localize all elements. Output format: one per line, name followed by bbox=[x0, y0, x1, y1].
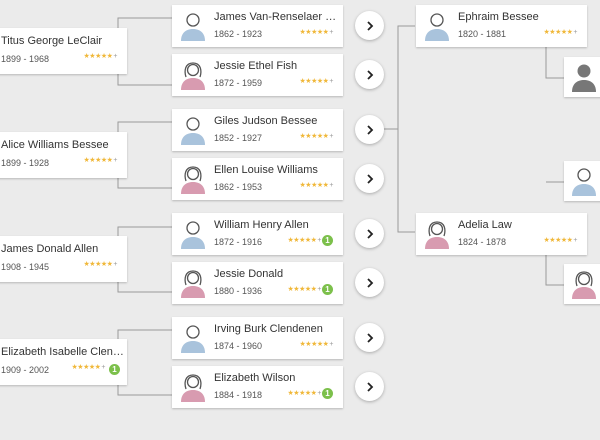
rating-stars: ★★★★★+ bbox=[543, 29, 578, 36]
rating-stars: ★★★★★+ bbox=[543, 237, 578, 244]
person-card[interactable]: William Henry Allen 1872 - 1916 ★★★★★+ 1 bbox=[172, 213, 343, 255]
person-dates: 1899 - 1968 bbox=[1, 54, 50, 64]
person-dates: 1862 - 1923 bbox=[214, 29, 263, 39]
rating-stars: ★★★★★+ bbox=[299, 182, 334, 189]
rating-stars: ★★★★★+ bbox=[299, 78, 334, 85]
rating-stars: ★★★★★+ bbox=[83, 157, 118, 164]
person-card[interactable] bbox=[564, 161, 600, 201]
chevron-right-icon bbox=[366, 124, 373, 135]
person-card[interactable]: Elizabeth Isabelle Clendenen 1909 - 2002… bbox=[0, 339, 127, 385]
person-dates: 1824 - 1878 bbox=[458, 237, 507, 247]
person-dates: 1874 - 1960 bbox=[214, 341, 263, 351]
rating-stars: ★★★★★+ bbox=[299, 29, 334, 36]
female-avatar-icon bbox=[181, 270, 205, 298]
male-avatar-icon bbox=[181, 13, 205, 41]
female-avatar-icon bbox=[572, 271, 596, 299]
person-card[interactable]: Elizabeth Wilson 1884 - 1918 ★★★★★+ 1 bbox=[172, 366, 343, 408]
male-avatar-icon bbox=[181, 325, 205, 353]
person-dates: 1908 - 1945 bbox=[1, 262, 50, 272]
person-card[interactable]: James Van-Renselaer LeClair 1862 - 1923 … bbox=[172, 5, 343, 47]
expand-ancestors-button[interactable] bbox=[355, 323, 384, 352]
person-name: Ellen Louise Williams bbox=[214, 164, 318, 176]
hint-badge[interactable]: 1 bbox=[322, 388, 333, 399]
person-card[interactable]: Alice Williams Bessee 1899 - 1928 ★★★★★+ bbox=[0, 132, 127, 178]
expand-ancestors-button[interactable] bbox=[355, 219, 384, 248]
rating-stars: ★★★★★+ bbox=[71, 364, 106, 371]
person-card[interactable] bbox=[564, 264, 600, 304]
female-avatar-icon bbox=[181, 374, 205, 402]
person-name: William Henry Allen bbox=[214, 219, 309, 231]
rating-stars: ★★★★★+ bbox=[287, 390, 322, 397]
person-name: Jessie Ethel Fish bbox=[214, 60, 298, 72]
unknown-avatar-icon bbox=[572, 64, 596, 92]
person-dates: 1872 - 1959 bbox=[214, 78, 263, 88]
person-name: Giles Judson Bessee bbox=[214, 115, 318, 127]
female-avatar-icon bbox=[181, 166, 205, 194]
expand-ancestors-button[interactable] bbox=[355, 11, 384, 40]
person-card[interactable]: James Donald Allen 1908 - 1945 ★★★★★+ bbox=[0, 236, 127, 282]
rating-stars: ★★★★★+ bbox=[287, 286, 322, 293]
person-name: Alice Williams Bessee bbox=[1, 139, 109, 151]
unknown-person-card[interactable] bbox=[564, 57, 600, 97]
expand-ancestors-button[interactable] bbox=[355, 164, 384, 193]
person-card[interactable]: Giles Judson Bessee 1852 - 1927 ★★★★★+ bbox=[172, 109, 343, 151]
expand-ancestors-button[interactable] bbox=[355, 372, 384, 401]
person-dates: 1909 - 2002 bbox=[1, 365, 50, 375]
person-name: James Donald Allen bbox=[1, 243, 99, 255]
chevron-right-icon bbox=[366, 277, 373, 288]
person-dates: 1820 - 1881 bbox=[458, 29, 507, 39]
person-card[interactable]: Jessie Ethel Fish 1872 - 1959 ★★★★★+ bbox=[172, 54, 343, 96]
rating-stars: ★★★★★+ bbox=[299, 341, 334, 348]
person-name: Elizabeth Wilson bbox=[214, 372, 296, 384]
person-dates: 1862 - 1953 bbox=[214, 182, 263, 192]
chevron-right-icon bbox=[366, 332, 373, 343]
person-dates: 1880 - 1936 bbox=[214, 286, 263, 296]
chevron-right-icon bbox=[366, 20, 373, 31]
female-avatar-icon bbox=[181, 62, 205, 90]
hint-badge[interactable]: 1 bbox=[109, 364, 120, 375]
person-card[interactable]: Irving Burk Clendenen 1874 - 1960 ★★★★★+ bbox=[172, 317, 343, 359]
person-name: Ephraim Bessee bbox=[458, 11, 539, 23]
rating-stars: ★★★★★+ bbox=[83, 53, 118, 60]
chevron-right-icon bbox=[366, 381, 373, 392]
person-name: Titus George LeClair bbox=[1, 35, 103, 47]
person-card[interactable]: Ellen Louise Williams 1862 - 1953 ★★★★★+ bbox=[172, 158, 343, 200]
male-avatar-icon bbox=[425, 13, 449, 41]
person-name: Jessie Donald bbox=[214, 268, 284, 280]
expand-ancestors-button[interactable] bbox=[355, 268, 384, 297]
person-dates: 1872 - 1916 bbox=[214, 237, 263, 247]
person-card[interactable]: Titus George LeClair 1899 - 1968 ★★★★★+ bbox=[0, 28, 127, 74]
person-name: James Van-Renselaer LeClair bbox=[214, 11, 340, 23]
expand-ancestors-button[interactable] bbox=[355, 115, 384, 144]
rating-stars: ★★★★★+ bbox=[299, 133, 334, 140]
hint-badge[interactable]: 1 bbox=[322, 235, 333, 246]
person-card[interactable]: Ephraim Bessee 1820 - 1881 ★★★★★+ bbox=[416, 5, 587, 47]
rating-stars: ★★★★★+ bbox=[83, 261, 118, 268]
chevron-right-icon bbox=[366, 173, 373, 184]
hint-badge[interactable]: 1 bbox=[322, 284, 333, 295]
person-name: Irving Burk Clendenen bbox=[214, 323, 323, 335]
person-dates: 1852 - 1927 bbox=[214, 133, 263, 143]
chevron-right-icon bbox=[366, 228, 373, 239]
person-name: Adelia Law bbox=[458, 219, 512, 231]
expand-ancestors-button[interactable] bbox=[355, 60, 384, 89]
person-dates: 1899 - 1928 bbox=[1, 158, 50, 168]
male-avatar-icon bbox=[181, 221, 205, 249]
chevron-right-icon bbox=[366, 69, 373, 80]
person-card[interactable]: Adelia Law 1824 - 1878 ★★★★★+ bbox=[416, 213, 587, 255]
female-avatar-icon bbox=[425, 221, 449, 249]
person-dates: 1884 - 1918 bbox=[214, 390, 263, 400]
male-avatar-icon bbox=[181, 117, 205, 145]
person-name: Elizabeth Isabelle Clendenen bbox=[1, 346, 125, 358]
rating-stars: ★★★★★+ bbox=[287, 237, 322, 244]
person-card[interactable]: Jessie Donald 1880 - 1936 ★★★★★+ 1 bbox=[172, 262, 343, 304]
male-avatar-icon bbox=[572, 168, 596, 196]
